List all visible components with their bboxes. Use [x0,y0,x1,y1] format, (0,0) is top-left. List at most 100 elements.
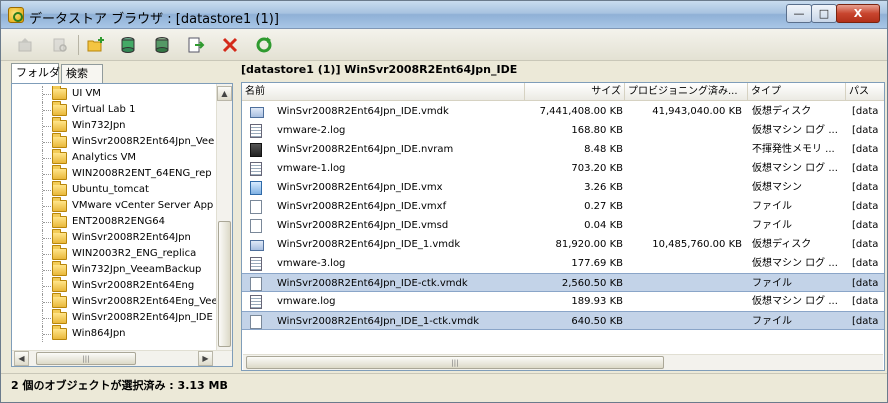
file-size: 703.20 KB [571,163,623,174]
tree-folder-label: WinSvr2008R2Ent64Eng [72,280,195,291]
file-list-hscroll-thumb[interactable]: ||| [246,356,664,369]
file-row[interactable]: WinSvr2008R2Ent64Jpn_IDE_1.vmdk 81,920.00… [242,235,884,254]
column-header-provisioned[interactable]: プロビジョニング済み... [625,83,748,101]
tab-folders[interactable]: フォルダ [11,63,60,83]
tree-folder-label: Win732Jpn [72,120,126,131]
tree-folder-label: WinSvr2008R2Ent64Jpn [72,232,191,243]
file-provisioned-size [626,197,742,216]
new-folder-button[interactable] [85,34,107,56]
column-header-path[interactable]: パス [846,83,884,101]
file-row[interactable]: WinSvr2008R2Ent64Jpn_IDE.vmdk 7,441,408.0… [242,102,884,121]
virtual-disk-icon [250,240,264,251]
tree-connector [42,102,52,118]
file-icon [250,219,262,233]
tree-vertical-scrollbar[interactable]: ▲ [216,84,232,350]
tree-folder-label: WinSvr2008R2Ent64Jpn_Vee [72,136,215,147]
column-header-size[interactable]: サイズ [525,83,625,101]
tree-folder-item[interactable]: VMware vCenter Server App [12,197,216,214]
folder-icon [52,245,67,260]
upload-button[interactable] [117,34,139,56]
file-icon-cell [250,178,266,197]
file-type: 仮想マシン [752,182,802,193]
tree-folder-item[interactable]: WIN2003R2_ENG_replica [12,245,216,262]
file-icon-cell [250,140,266,159]
file-row[interactable]: WinSvr2008R2Ent64Jpn_IDE_1-ctk.vmdk 640.5… [242,311,884,330]
file-name: vmware.log [277,296,336,307]
tree-connector [42,166,52,182]
log-file-icon [250,124,262,138]
file-row[interactable]: vmware-3.log 177.69 KB 仮想マシン ログ ... [data [242,254,884,273]
tree-scroll-right-button[interactable]: ▶ [198,351,213,366]
log-file-icon [250,162,262,176]
file-icon-cell [250,121,266,140]
tree-folder-item[interactable]: WinSvr2008R2Ent64Eng_Vee [12,293,216,310]
download-button[interactable] [151,34,173,56]
file-path: [data [852,144,879,155]
file-row[interactable]: vmware-1.log 703.20 KB 仮想マシン ログ ... [data [242,159,884,178]
minimize-button[interactable]: — [786,4,812,23]
close-button[interactable]: X [836,4,880,23]
tree-scroll-left-button[interactable]: ◀ [14,351,29,366]
tree-folder-item[interactable]: Ubuntu_tomcat [12,181,216,198]
file-name: vmware-3.log [277,258,346,269]
folder-icon [52,101,67,116]
tree-folder-item[interactable]: WinSvr2008R2Ent64Jpn_IDE [12,309,216,326]
folder-icon [52,197,67,212]
browse-button[interactable] [49,34,71,56]
file-name: WinSvr2008R2Ent64Jpn_IDE.vmxf [277,201,447,212]
folder-icon [52,149,67,164]
tree-folder-item[interactable]: Win732Jpn [12,117,216,134]
tree-folder-item[interactable]: WinSvr2008R2Ent64Eng [12,277,216,294]
file-row[interactable]: WinSvr2008R2Ent64Jpn_IDE-ctk.vmdk 2,560.5… [242,273,884,292]
tree-hscroll-thumb[interactable]: ||| [36,352,136,365]
tab-search[interactable]: 検索 [61,64,103,83]
tree-folder-item[interactable]: Win864Jpn [12,325,216,342]
file-size: 640.50 KB [571,316,623,327]
title-bar[interactable]: データストア ブラウザ : [datastore1 (1)] — □ X [1,1,887,29]
file-path: [data [852,316,879,327]
folder-tree[interactable]: UI VM Virtual Lab 1 Win732Jpn WinSvr2008R2E… [12,86,216,348]
file-size: 2,560.50 KB [561,278,623,289]
tree-folder-item[interactable]: UI VM [12,86,216,102]
column-header-name[interactable]: 名前 [242,83,525,101]
delete-button[interactable] [219,34,241,56]
folder-icon [52,117,67,132]
file-path: [data [852,106,879,117]
file-icon-cell [250,216,266,235]
file-type: 仮想マシン ログ ... [752,296,838,307]
register-vm-button[interactable] [185,34,207,56]
file-row[interactable]: WinSvr2008R2Ent64Jpn_IDE.vmx 3.26 KB 仮想マシン… [242,178,884,197]
folder-icon [52,309,67,324]
tree-folder-label: UI VM [72,88,101,99]
column-header-type[interactable]: タイプ [748,83,846,101]
file-type: ファイル [752,278,792,289]
file-row[interactable]: WinSvr2008R2Ent64Jpn_IDE.vmsd 0.04 KB ファイル… [242,216,884,235]
folder-icon [52,229,67,244]
tree-folder-item[interactable]: Analytics VM [12,149,216,166]
file-icon-cell [250,235,266,254]
register-vm-icon [188,37,205,53]
file-size: 0.04 KB [584,220,623,231]
file-row[interactable]: vmware.log 189.93 KB 仮想マシン ログ ... [data [242,292,884,311]
file-provisioned-size [626,140,742,159]
virtual-disk-icon [250,107,264,118]
tree-folder-item[interactable]: ENT2008R2ENG64 [12,213,216,230]
tree-folder-item[interactable]: WinSvr2008R2Ent64Jpn [12,229,216,246]
tree-folder-item[interactable]: WIN2008R2ENT_64ENG_rep [12,165,216,182]
tree-connector [42,118,52,134]
tree-folder-item[interactable]: Virtual Lab 1 [12,101,216,118]
file-row[interactable]: WinSvr2008R2Ent64Jpn_IDE.nvram 8.48 KB 不揮発… [242,140,884,159]
tree-folder-item[interactable]: WinSvr2008R2Ent64Jpn_Vee [12,133,216,150]
file-type: 仮想マシン ログ ... [752,163,838,174]
folder-up-button[interactable] [15,34,37,56]
tree-folder-item[interactable]: Win732Jpn_VeeamBackup [12,261,216,278]
file-list-horizontal-scrollbar[interactable]: ||| [243,354,883,370]
tree-horizontal-scrollbar[interactable]: ◀ ||| ▶ [12,350,232,366]
refresh-button[interactable] [253,34,275,56]
maximize-button[interactable]: □ [811,4,837,23]
tree-scroll-thumb[interactable] [218,221,231,347]
file-row[interactable]: vmware-2.log 168.80 KB 仮想マシン ログ ... [data [242,121,884,140]
tree-folder-label: ENT2008R2ENG64 [72,216,165,227]
file-row[interactable]: WinSvr2008R2Ent64Jpn_IDE.vmxf 0.27 KB ファイル… [242,197,884,216]
tree-scroll-up-button[interactable]: ▲ [217,86,232,101]
